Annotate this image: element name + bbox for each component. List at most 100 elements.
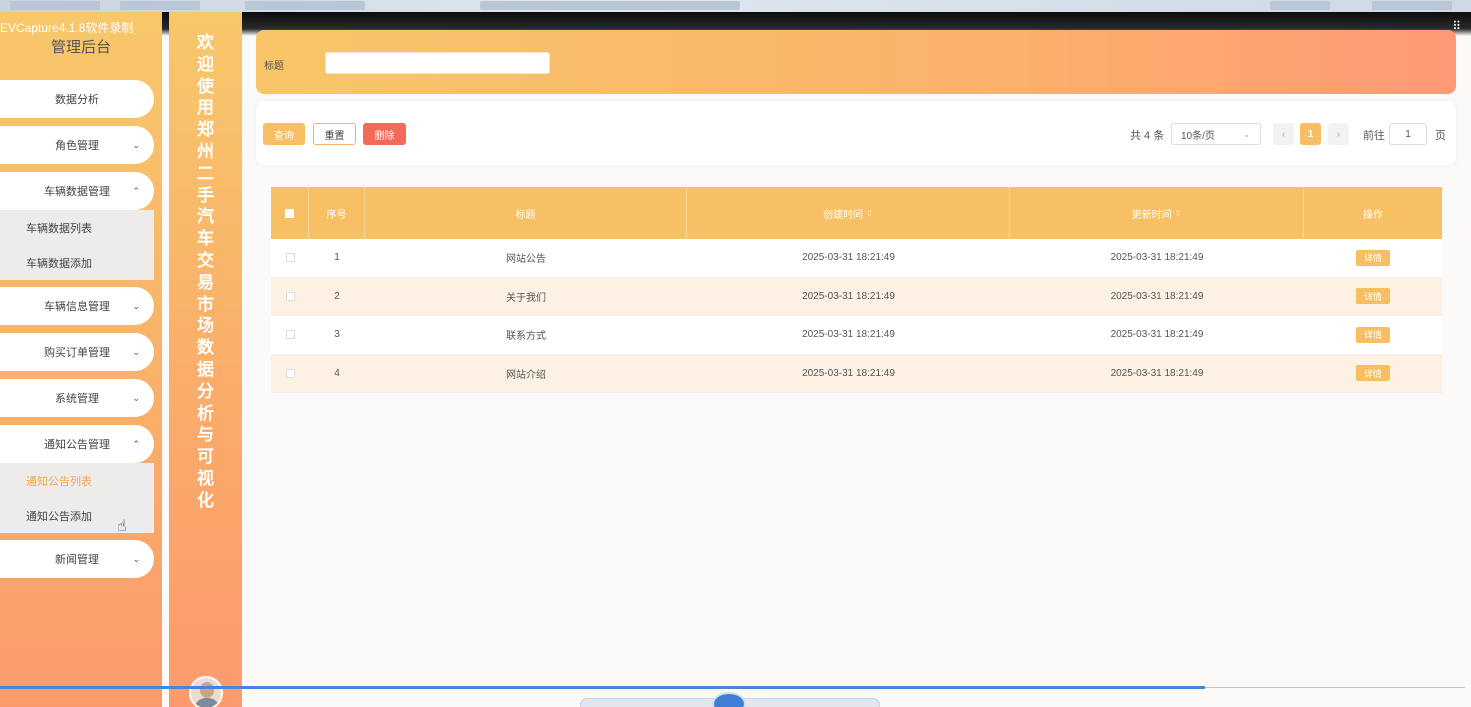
sidebar-item-data-analysis[interactable]: 数据分析 xyxy=(0,80,154,118)
sidebar-item-label: 购买订单管理 xyxy=(44,347,110,359)
avatar-head xyxy=(200,682,214,698)
welcome-char: 迎 xyxy=(197,54,214,74)
cell-title: 网站介绍 xyxy=(506,369,546,381)
sidebar-item-label: 系统管理 xyxy=(55,393,99,405)
avatar-body xyxy=(194,698,220,707)
select-all-checkbox[interactable] xyxy=(271,187,309,239)
welcome-char: 二 xyxy=(197,163,214,183)
cell-index: 2 xyxy=(334,290,340,302)
sidebar-item-label: 数据分析 xyxy=(55,94,99,106)
checkbox-icon xyxy=(285,291,295,301)
sidebar-item-news-management[interactable]: 新闻管理 ⌄ xyxy=(0,540,154,578)
os-tab[interactable] xyxy=(1270,1,1330,10)
header-updated-label: 更新时间 xyxy=(1131,209,1172,221)
query-button[interactable]: 查询 xyxy=(263,123,305,145)
sidebar-item-notice-management[interactable]: 通知公告管理 ⌃ xyxy=(0,425,154,463)
table-row: 1 网站公告 2025-03-31 18:21:49 2025-03-31 18… xyxy=(271,239,1442,278)
reset-button[interactable]: 重置 xyxy=(313,123,356,145)
next-page-button[interactable]: › xyxy=(1328,123,1349,145)
grid-icon[interactable]: ⠿ xyxy=(1452,19,1461,33)
header-updated[interactable]: 更新时间 ⇳ xyxy=(1010,187,1304,239)
delete-button[interactable]: 删除 xyxy=(363,123,406,145)
header-created-label: 创建时间 xyxy=(823,209,864,221)
avatar[interactable] xyxy=(189,676,223,707)
welcome-char: 视 xyxy=(197,468,214,488)
toolbar: 查询 重置 删除 共 4 条 10条/页 ⌄ ‹ 1 › 前往 1 页 xyxy=(256,101,1456,165)
welcome-char: 车 xyxy=(197,229,214,249)
os-tab[interactable] xyxy=(480,1,740,10)
welcome-banner: 欢迎使用郑州二手汽车交易市场数据分析与可视化 xyxy=(169,12,242,707)
detail-button[interactable]: 详情 xyxy=(1356,365,1390,382)
welcome-char: 手 xyxy=(197,185,214,205)
welcome-char: 化 xyxy=(197,490,214,510)
row-checkbox[interactable] xyxy=(271,316,309,354)
welcome-char: 数 xyxy=(197,338,214,358)
current-page-button[interactable]: 1 xyxy=(1300,123,1321,145)
recorder-label: EVCapture4.1.8软件录制 xyxy=(0,21,134,35)
row-checkbox[interactable] xyxy=(271,355,309,393)
chevron-down-icon: ⌄ xyxy=(132,300,140,311)
table-row: 4 网站介绍 2025-03-31 18:21:49 2025-03-31 18… xyxy=(271,354,1442,393)
sidebar: 管理后台 数据分析 角色管理 ⌄ 车辆数据管理 ⌃ 车辆数据列表 车辆数据添加 … xyxy=(0,12,162,707)
os-tab[interactable] xyxy=(1372,1,1452,10)
cell-action: 详情 xyxy=(1304,316,1442,354)
page-size-select[interactable]: 10条/页 ⌄ xyxy=(1171,123,1261,145)
sort-icon[interactable]: ⇳ xyxy=(1175,209,1182,218)
search-title-label: 标题 xyxy=(264,61,284,72)
sidebar-subitem-vehicle-data-add[interactable]: 车辆数据添加 xyxy=(0,245,154,280)
header-action: 操作 xyxy=(1363,209,1383,221)
sidebar-item-vehicle-info-management[interactable]: 车辆信息管理 ⌄ xyxy=(0,287,154,325)
welcome-char: 可 xyxy=(197,447,214,467)
sidebar-item-label: 车辆信息管理 xyxy=(44,301,110,313)
pager-total: 共 4 条 xyxy=(1130,130,1165,142)
sidebar-item-purchase-order-management[interactable]: 购买订单管理 ⌄ xyxy=(0,333,154,371)
detail-button[interactable]: 详情 xyxy=(1356,326,1390,343)
welcome-char: 交 xyxy=(197,250,214,270)
chevron-down-icon: ⌄ xyxy=(132,553,140,564)
chevron-down-icon: ⌄ xyxy=(132,346,140,357)
play-icon[interactable] xyxy=(712,692,746,707)
os-tab[interactable] xyxy=(10,1,100,10)
cell-updated: 2025-03-31 18:21:49 xyxy=(1110,290,1204,302)
goto-page-input[interactable]: 1 xyxy=(1389,123,1427,145)
welcome-char: 市 xyxy=(197,294,214,314)
cell-index: 1 xyxy=(334,252,340,264)
welcome-char: 析 xyxy=(197,403,214,423)
cell-action: 详情 xyxy=(1304,355,1442,393)
os-tab[interactable] xyxy=(120,1,200,10)
welcome-char: 用 xyxy=(197,98,214,118)
checkbox-icon xyxy=(285,253,295,263)
cell-action: 详情 xyxy=(1304,278,1442,316)
sidebar-subitem-notice-add[interactable]: 通知公告添加 xyxy=(0,498,154,533)
search-title-input[interactable] xyxy=(325,52,550,74)
detail-button[interactable]: 详情 xyxy=(1356,249,1390,266)
cell-updated: 2025-03-31 18:21:49 xyxy=(1110,367,1204,379)
playback-progress[interactable] xyxy=(0,686,1205,689)
row-checkbox[interactable] xyxy=(271,239,309,277)
submenu-notice: 通知公告列表 通知公告添加 xyxy=(0,463,154,533)
os-tab[interactable] xyxy=(245,1,365,10)
sidebar-item-role-management[interactable]: 角色管理 ⌄ xyxy=(0,126,154,164)
sidebar-title: 管理后台 xyxy=(50,39,111,56)
welcome-text: 欢迎使用郑州二手汽车交易市场数据分析与可视化 xyxy=(169,32,242,512)
cell-index: 4 xyxy=(334,367,340,379)
search-panel: 标题 xyxy=(256,30,1456,94)
sidebar-item-system-management[interactable]: 系统管理 ⌄ xyxy=(0,379,154,417)
welcome-char: 与 xyxy=(197,425,214,445)
header-created[interactable]: 创建时间 ⇳ xyxy=(687,187,1010,239)
sidebar-item-vehicle-data-management[interactable]: 车辆数据管理 ⌃ xyxy=(0,172,154,210)
header-title: 标题 xyxy=(365,187,687,239)
sidebar-subitem-vehicle-data-list[interactable]: 车辆数据列表 xyxy=(0,210,154,245)
detail-button[interactable]: 详情 xyxy=(1356,288,1390,305)
sort-icon[interactable]: ⇳ xyxy=(866,209,873,218)
submenu-vehicle-data: 车辆数据列表 车辆数据添加 xyxy=(0,210,154,280)
prev-page-button[interactable]: ‹ xyxy=(1273,123,1294,145)
checkbox-icon xyxy=(285,208,294,218)
sidebar-item-label: 角色管理 xyxy=(55,140,99,152)
cell-updated: 2025-03-31 18:21:49 xyxy=(1110,252,1204,264)
sidebar-subitem-notice-list[interactable]: 通知公告列表 xyxy=(0,463,154,498)
table-row: 2 关于我们 2025-03-31 18:21:49 2025-03-31 18… xyxy=(271,277,1442,316)
hand-pointer-icon: ☝ xyxy=(117,516,127,535)
cell-created: 2025-03-31 18:21:49 xyxy=(802,252,895,264)
row-checkbox[interactable] xyxy=(271,278,309,316)
